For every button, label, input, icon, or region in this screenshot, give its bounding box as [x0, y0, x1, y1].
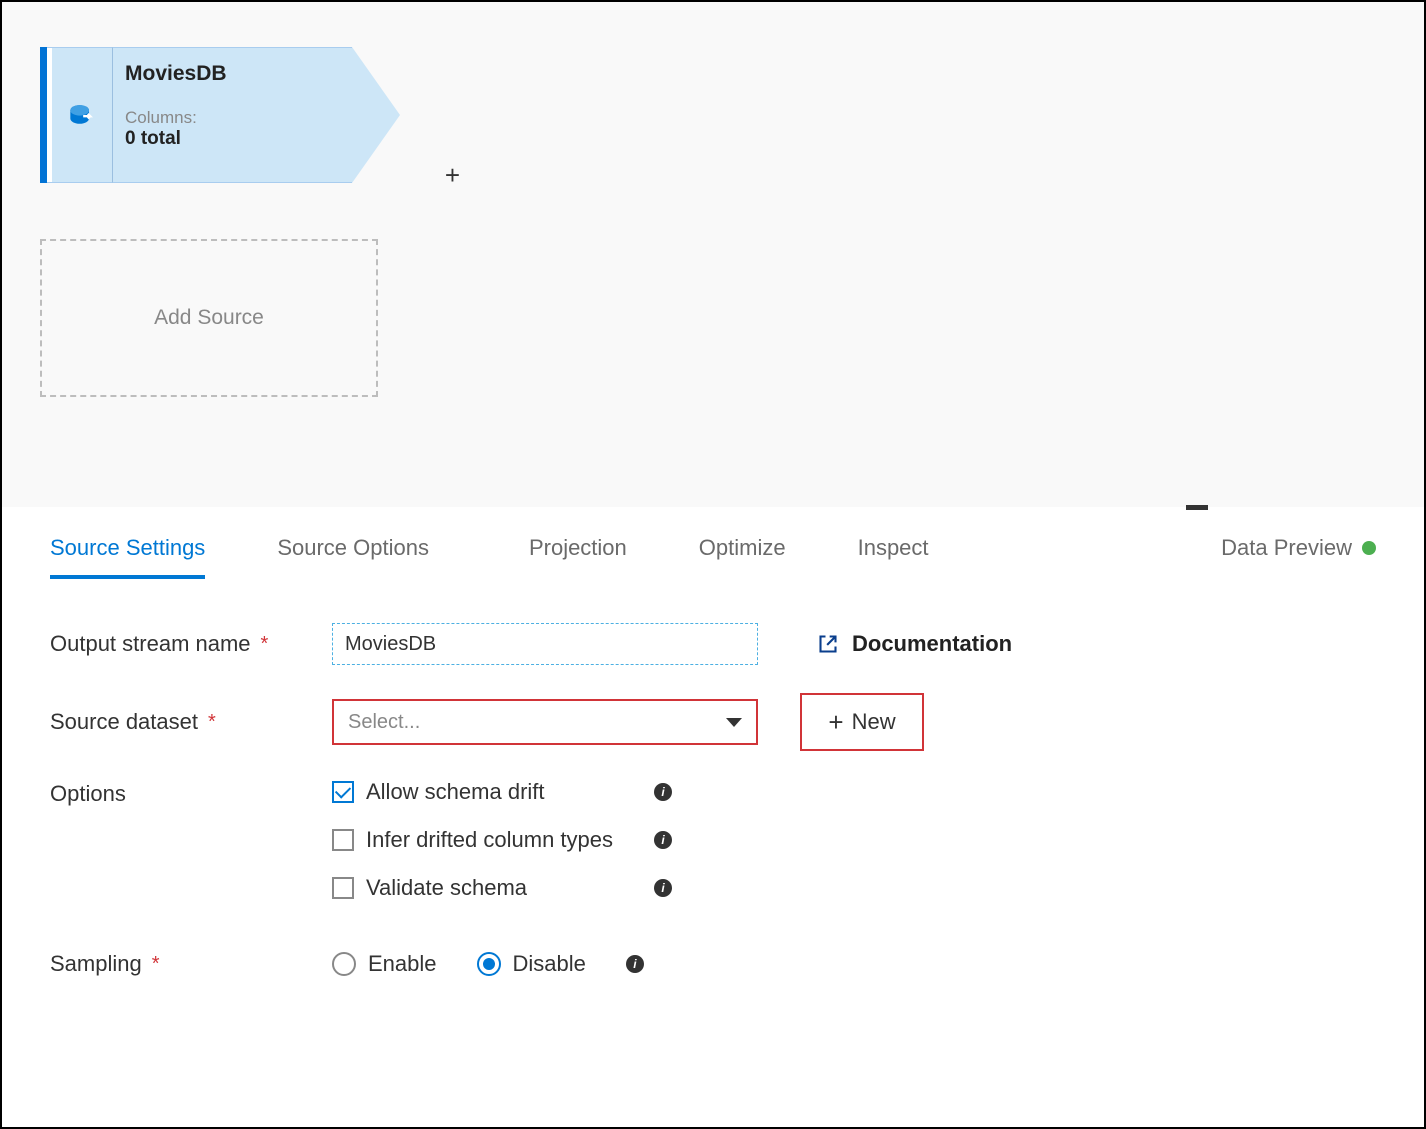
- tab-data-preview-label: Data Preview: [1221, 535, 1352, 561]
- source-dataset-label: Source dataset *: [50, 709, 332, 735]
- chevron-down-icon: [726, 718, 742, 727]
- source-node-moviesdb[interactable]: MoviesDB Columns: 0 total +: [40, 47, 400, 183]
- source-dataset-select[interactable]: Select...: [332, 699, 758, 745]
- info-icon[interactable]: i: [654, 831, 672, 849]
- sampling-label: Sampling *: [50, 951, 332, 977]
- row-source-dataset: Source dataset * Select... + New: [50, 693, 1376, 751]
- select-placeholder: Select...: [348, 711, 420, 734]
- radio-label-enable: Enable: [368, 951, 437, 977]
- checkbox-allow-schema-drift[interactable]: [332, 781, 354, 803]
- row-sampling: Sampling * Enable Disable i: [50, 951, 1376, 977]
- radio-label-disable: Disable: [513, 951, 586, 977]
- new-dataset-button[interactable]: + New: [800, 693, 924, 751]
- tabs-row: Source Settings Source Options Projectio…: [2, 507, 1424, 579]
- checkbox-label-validate-schema: Validate schema: [366, 875, 642, 901]
- node-columns-count: 0 total: [125, 128, 340, 150]
- tab-projection[interactable]: Projection: [529, 529, 627, 579]
- output-stream-label: Output stream name *: [50, 631, 332, 657]
- info-icon[interactable]: i: [654, 879, 672, 897]
- dataflow-canvas[interactable]: MoviesDB Columns: 0 total + Add Source: [2, 2, 1424, 507]
- documentation-link[interactable]: Documentation: [818, 631, 1012, 657]
- radio-sampling-disable[interactable]: [477, 952, 501, 976]
- tab-inspect[interactable]: Inspect: [858, 529, 929, 579]
- add-source-label: Add Source: [154, 306, 264, 330]
- checkbox-label-schema-drift: Allow schema drift: [366, 779, 642, 805]
- row-output-stream: Output stream name * Documentation: [50, 623, 1376, 665]
- options-label-text: Options: [50, 781, 126, 807]
- radio-sampling-enable[interactable]: [332, 952, 356, 976]
- settings-body: Output stream name * Documentation Sourc…: [2, 579, 1424, 1049]
- node-body: MoviesDB Columns: 0 total: [112, 47, 352, 183]
- options-column: Allow schema drift i Infer drifted colum…: [332, 779, 672, 923]
- datasource-icon: [68, 101, 96, 129]
- output-stream-label-text: Output stream name: [50, 631, 251, 657]
- tab-optimize[interactable]: Optimize: [699, 529, 786, 579]
- node-columns-label: Columns:: [125, 108, 340, 128]
- external-link-icon: [818, 634, 838, 654]
- row-options: Options Allow schema drift i Infer drift…: [50, 779, 1376, 923]
- source-dataset-label-text: Source dataset: [50, 709, 198, 735]
- node-arrow: [352, 47, 400, 183]
- tab-data-preview[interactable]: Data Preview: [1221, 529, 1376, 579]
- plus-icon: +: [828, 709, 843, 735]
- node-accent: [40, 47, 47, 183]
- required-asterisk: *: [261, 633, 269, 656]
- required-asterisk: *: [152, 953, 160, 976]
- checkbox-infer-drifted[interactable]: [332, 829, 354, 851]
- status-dot-icon: [1362, 541, 1376, 555]
- option-row-schema-drift: Allow schema drift i: [332, 779, 672, 805]
- info-icon[interactable]: i: [654, 783, 672, 801]
- tab-source-settings[interactable]: Source Settings: [50, 529, 205, 579]
- settings-panel: Source Settings Source Options Projectio…: [2, 507, 1424, 1049]
- option-row-infer-drifted: Infer drifted column types i: [332, 827, 672, 853]
- documentation-label: Documentation: [852, 631, 1012, 657]
- node-icon-column: [52, 47, 112, 183]
- tab-source-options[interactable]: Source Options: [277, 529, 429, 579]
- app-frame: MoviesDB Columns: 0 total + Add Source S…: [0, 0, 1426, 1129]
- add-source-button[interactable]: Add Source: [40, 239, 378, 397]
- options-label: Options: [50, 779, 332, 807]
- option-row-validate-schema: Validate schema i: [332, 875, 672, 901]
- node-title: MoviesDB: [125, 62, 340, 86]
- new-button-label: New: [852, 709, 896, 735]
- output-stream-input[interactable]: [332, 623, 758, 665]
- sampling-radio-group: Enable Disable i: [332, 951, 644, 977]
- add-transformation-button[interactable]: +: [445, 160, 460, 191]
- required-asterisk: *: [208, 711, 216, 734]
- checkbox-label-infer-drifted: Infer drifted column types: [366, 827, 642, 853]
- info-icon[interactable]: i: [626, 955, 644, 973]
- sampling-label-text: Sampling: [50, 951, 142, 977]
- checkbox-validate-schema[interactable]: [332, 877, 354, 899]
